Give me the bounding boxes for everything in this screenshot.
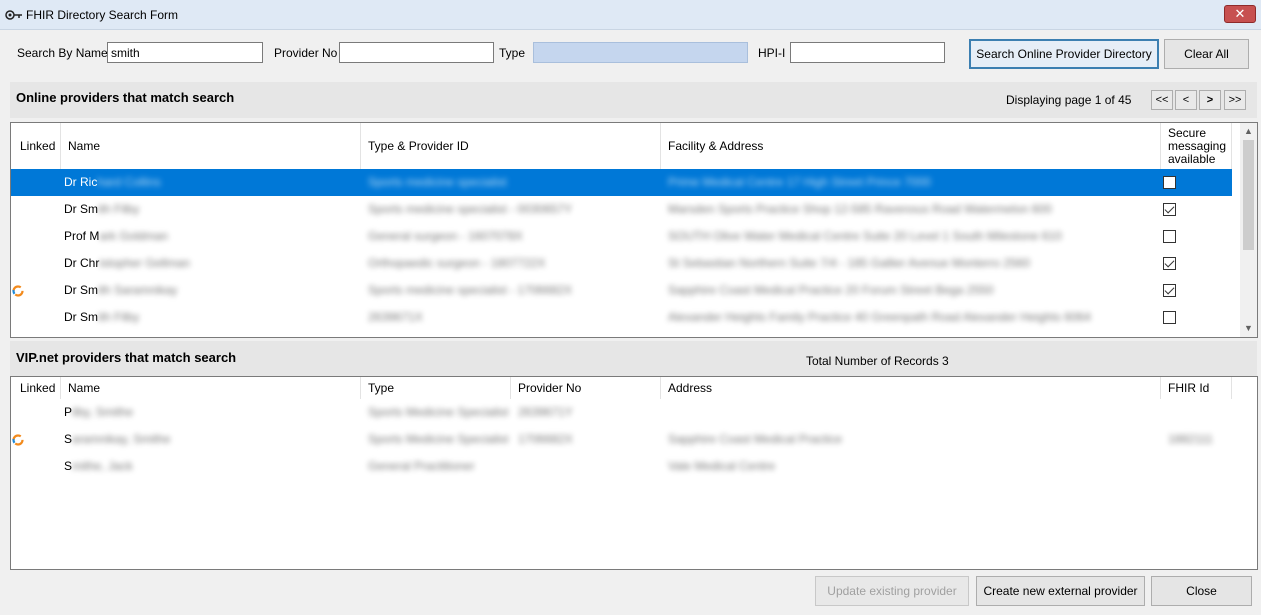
table-row[interactable]: Dr Smith Saramnikay Sports medicine speci… xyxy=(11,277,1232,304)
vip-col-linked[interactable]: Linked xyxy=(11,377,61,399)
row-facility-address: SOUTH Olive Water Medical Centre Suite 2… xyxy=(668,229,1062,243)
scrollbar-thumb[interactable] xyxy=(1243,140,1254,250)
table-row[interactable]: Dr Smith Filby Sports medicine specialist… xyxy=(11,196,1232,223)
vip-providers-grid[interactable]: Linked Name Type Provider No Address FHI… xyxy=(10,376,1258,570)
row-type-provider-id: 2639671X xyxy=(368,310,423,324)
window-close-button[interactable]: ✕ xyxy=(1224,5,1256,23)
col-facility-address[interactable]: Facility & Address xyxy=(661,123,1161,169)
table-row[interactable]: Dr Smith Filby 2639671X Alexander Heights … xyxy=(11,304,1232,331)
table-row[interactable]: Dr Christopher Gellman Orthopaedic surgeo… xyxy=(11,250,1232,277)
online-grid-scrollbar[interactable]: ▲ ▼ xyxy=(1240,123,1257,337)
pager-last-button[interactable]: >> xyxy=(1224,90,1246,110)
col-secure-messaging[interactable]: Secure messaging available xyxy=(1161,123,1232,169)
row-facility-address: Alexander Heights Family Practice 40 Gre… xyxy=(668,310,1091,324)
secure-messaging-checkbox[interactable] xyxy=(1163,230,1176,243)
provider-no-input[interactable] xyxy=(339,42,494,63)
row-type-provider-id: Orthopaedic surgeon - 1807722X xyxy=(368,256,546,270)
row-name: Dr Richard Collins xyxy=(64,175,161,189)
type-input[interactable] xyxy=(533,42,748,63)
row-name: Dr Smith Filby xyxy=(64,310,140,324)
row-name: Smithe, Jack xyxy=(64,459,133,473)
online-section-header: Online providers that match search Displ… xyxy=(10,82,1257,118)
row-name: Pilby, Smithe xyxy=(64,405,134,419)
close-button[interactable]: Close xyxy=(1151,576,1252,606)
title-bar: FHIR Directory Search Form ✕ xyxy=(0,0,1261,30)
table-row[interactable]: Prof Mark Goldman General surgeon - 16070… xyxy=(11,223,1232,250)
secure-messaging-checkbox[interactable] xyxy=(1163,257,1176,270)
provider-no-label: Provider No xyxy=(274,46,338,60)
row-fhir-id xyxy=(1168,453,1228,480)
linked-ring-icon xyxy=(12,285,24,297)
secure-messaging-checkbox[interactable] xyxy=(1163,203,1176,216)
type-label: Type xyxy=(499,46,526,60)
row-fhir-id xyxy=(1168,399,1228,426)
row-name: Dr Christopher Gellman xyxy=(64,256,191,270)
row-provider-no: 1706682X xyxy=(518,432,573,446)
secure-messaging-checkbox[interactable] xyxy=(1163,284,1176,297)
linked-ring-icon xyxy=(12,434,24,446)
row-facility-address: St Sebastian Northern Suite 7/4 - 185 Ga… xyxy=(668,256,1030,270)
pager-next-button[interactable]: > xyxy=(1199,90,1221,110)
row-type-provider-id: General surgeon - 1607078X xyxy=(368,229,523,243)
table-row[interactable]: Pilby, Smithe Sports Medicine Specialist 2… xyxy=(11,399,1232,426)
row-type: Sports Medicine Specialist xyxy=(368,405,508,419)
row-facility-address: Marsden Sports Practice Shop 12-585 Rave… xyxy=(668,202,1052,216)
vip-total-records: Total Number of Records 3 xyxy=(806,354,949,368)
update-existing-provider-button[interactable]: Update existing provider xyxy=(815,576,969,606)
col-name[interactable]: Name xyxy=(61,123,361,169)
online-grid-header: Linked Name Type & Provider ID Facility … xyxy=(11,123,1232,169)
create-external-provider-button[interactable]: Create new external provider xyxy=(976,576,1145,606)
row-address: Vale Medical Centre xyxy=(668,459,776,473)
row-type: Sports Medicine Specialist xyxy=(368,432,508,446)
vip-col-address[interactable]: Address xyxy=(661,377,1161,399)
online-providers-grid[interactable]: Linked Name Type & Provider ID Facility … xyxy=(10,122,1258,338)
chevron-up-icon[interactable]: ▲ xyxy=(1240,123,1257,140)
row-provider-no: 2639671Y xyxy=(518,405,573,419)
row-address xyxy=(668,399,1148,426)
secure-messaging-checkbox[interactable] xyxy=(1163,176,1176,189)
row-address: Sapphire Coast Medical Practice xyxy=(668,432,843,446)
table-row[interactable]: Smithe, Jack General Practitioner Vale Med… xyxy=(11,453,1232,480)
col-linked[interactable]: Linked xyxy=(11,123,61,169)
vip-section-header: VIP.net providers that match search Tota… xyxy=(10,341,1257,377)
col-type-provider-id[interactable]: Type & Provider ID xyxy=(361,123,661,169)
row-facility-address: Prime Medical Centre 17 High Street Prin… xyxy=(668,175,931,189)
search-name-input[interactable] xyxy=(107,42,263,63)
clear-all-button[interactable]: Clear All xyxy=(1164,39,1249,69)
table-row[interactable]: Dr Richard Collins Sports medicine specia… xyxy=(11,169,1232,196)
vip-col-type[interactable]: Type xyxy=(361,377,511,399)
row-fhir-id: 1882111 xyxy=(1168,432,1213,446)
row-name: Dr Smith Filby xyxy=(64,202,140,216)
online-section-title: Online providers that match search xyxy=(16,90,235,105)
hpii-input[interactable] xyxy=(790,42,945,63)
row-type: General Practitioner xyxy=(368,459,475,473)
pager-first-button[interactable]: << xyxy=(1151,90,1173,110)
pager-prev-button[interactable]: < xyxy=(1175,90,1197,110)
row-name: Saramnikay, Smithe xyxy=(64,432,171,446)
search-online-directory-button[interactable]: Search Online Provider Directory xyxy=(969,39,1159,69)
row-type-provider-id: Sports medicine specialist xyxy=(368,175,507,189)
row-type-provider-id: Sports medicine specialist - 1706682X xyxy=(368,283,573,297)
row-facility-address: Sapphire Coast Medical Practice 20 Forum… xyxy=(668,283,994,297)
vip-section-title: VIP.net providers that match search xyxy=(16,350,237,365)
vip-col-provider-no[interactable]: Provider No xyxy=(511,377,661,399)
vip-col-fhir-id[interactable]: FHIR Id xyxy=(1161,377,1232,399)
table-row[interactable]: Saramnikay, Smithe Sports Medicine Specia… xyxy=(11,426,1232,453)
row-name: Prof Mark Goldman xyxy=(64,229,169,243)
vip-col-name[interactable]: Name xyxy=(61,377,361,399)
vip-grid-header: Linked Name Type Provider No Address FHI… xyxy=(11,377,1232,399)
chevron-down-icon[interactable]: ▼ xyxy=(1240,320,1257,337)
row-type-provider-id: Sports medicine specialist - 0030657Y xyxy=(368,202,573,216)
secure-messaging-checkbox[interactable] xyxy=(1163,311,1176,324)
row-name: Dr Smith Saramnikay xyxy=(64,283,178,297)
window-title: FHIR Directory Search Form xyxy=(26,8,179,22)
app-gear-key-icon xyxy=(5,10,22,20)
search-name-label: Search By Name xyxy=(17,46,108,60)
hpii-label: HPI-I xyxy=(758,46,786,60)
row-provider-no xyxy=(518,453,658,480)
pager-status: Displaying page 1 of 45 xyxy=(1006,93,1132,107)
close-icon: ✕ xyxy=(1234,6,1246,21)
